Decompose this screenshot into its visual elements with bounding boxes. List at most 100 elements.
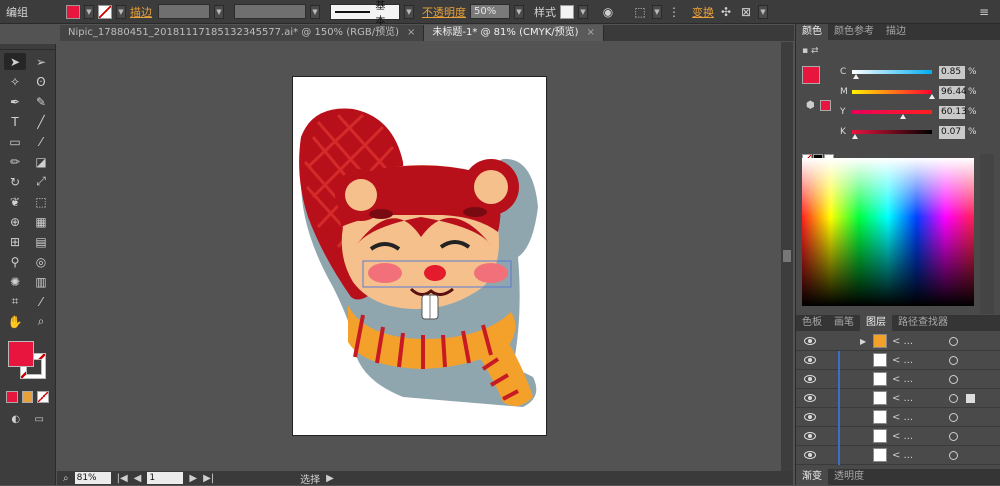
layer-row[interactable]: < ... bbox=[796, 445, 1000, 465]
variable-width-profile[interactable] bbox=[234, 4, 306, 19]
fill-stroke-selector[interactable] bbox=[4, 339, 51, 383]
tab-transparency[interactable]: 透明度 bbox=[828, 469, 870, 485]
zoom-field[interactable]: 81% bbox=[74, 472, 111, 484]
slice-tool-icon[interactable]: ⁄ bbox=[30, 293, 52, 310]
pen-tool-icon[interactable]: ✒ bbox=[4, 93, 26, 110]
opacity-dropdown[interactable]: ▼ bbox=[514, 4, 524, 19]
first-page-icon[interactable]: |◀ bbox=[117, 473, 128, 484]
arrange-dropdown[interactable]: ▼ bbox=[758, 4, 768, 19]
layer-name[interactable]: < ... bbox=[892, 412, 913, 423]
channel-slider[interactable] bbox=[852, 90, 932, 94]
last-page-icon[interactable]: ▶| bbox=[203, 473, 214, 484]
layer-name[interactable]: < ... bbox=[892, 450, 913, 461]
artboard-tool-icon[interactable]: ⌗ bbox=[4, 293, 26, 310]
color-mode-button[interactable] bbox=[6, 391, 18, 403]
layer-row[interactable]: < ... bbox=[796, 350, 1000, 370]
channel-value[interactable]: 60.13 bbox=[939, 105, 967, 119]
panel-scrollbar[interactable] bbox=[980, 154, 994, 314]
tab-brushes[interactable]: 画笔 bbox=[828, 315, 860, 331]
symbol-sprayer-tool-icon[interactable]: ✺ bbox=[4, 273, 26, 290]
target-icon[interactable] bbox=[949, 450, 958, 460]
stroke-swatch[interactable] bbox=[98, 4, 112, 19]
page-field[interactable]: 1 bbox=[147, 472, 184, 484]
tab-color[interactable]: 颜色 bbox=[796, 24, 828, 40]
stroke-dropdown[interactable]: ▼ bbox=[116, 4, 126, 19]
layer-name[interactable]: < ... bbox=[892, 393, 913, 404]
scrollbar-thumb[interactable] bbox=[783, 250, 791, 262]
layer-name[interactable]: < ... bbox=[892, 336, 913, 347]
tab-pathfinder[interactable]: 路径查找器 bbox=[892, 315, 954, 331]
selection-tool-icon[interactable]: ➤ bbox=[4, 53, 26, 70]
eye-icon[interactable] bbox=[804, 337, 816, 345]
perspective-grid-tool-icon[interactable]: ▦ bbox=[30, 213, 52, 230]
draw-mode-icon[interactable]: ◐ bbox=[6, 411, 26, 428]
layer-name[interactable]: < ... bbox=[892, 374, 913, 385]
target-icon[interactable] bbox=[949, 412, 958, 422]
eye-icon[interactable] bbox=[804, 375, 816, 383]
selected-art-indicator[interactable] bbox=[966, 393, 975, 403]
status-arrow-icon[interactable]: ▶ bbox=[326, 473, 334, 484]
warp-tool-icon[interactable]: ❦ bbox=[4, 193, 26, 210]
tab-nipic-document[interactable]: Nipic_17880451_20181117185132345577.ai* … bbox=[60, 25, 425, 41]
eraser-tool-icon[interactable]: ◪ bbox=[30, 153, 52, 170]
tab-layers[interactable]: 图层 bbox=[860, 315, 892, 331]
channel-slider[interactable] bbox=[852, 110, 932, 114]
slider-knob[interactable] bbox=[900, 114, 906, 119]
align-icon[interactable]: ⬚ bbox=[632, 4, 648, 20]
eye-icon[interactable] bbox=[804, 432, 816, 440]
arrange-icon[interactable]: ⊠ bbox=[738, 4, 754, 20]
rotate-tool-icon[interactable]: ↻ bbox=[4, 173, 26, 190]
vertical-scrollbar[interactable] bbox=[781, 42, 793, 471]
next-page-icon[interactable]: ▶ bbox=[189, 473, 197, 484]
close-icon[interactable]: × bbox=[587, 25, 595, 41]
screen-mode-icon[interactable]: ▭ bbox=[30, 411, 50, 428]
brush-dropdown[interactable]: ▼ bbox=[404, 4, 414, 19]
magic-wand-tool-icon[interactable]: ✧ bbox=[4, 73, 26, 90]
distribute-icon[interactable]: ⋮ bbox=[666, 4, 682, 20]
layer-name[interactable]: < ... bbox=[892, 355, 913, 366]
slider-knob[interactable] bbox=[852, 134, 858, 139]
fill-dropdown[interactable]: ▼ bbox=[84, 4, 94, 19]
isolate-group-icon[interactable]: ✣ bbox=[718, 4, 734, 20]
opacity-label[interactable]: 不透明度 bbox=[422, 4, 466, 20]
fill-box[interactable] bbox=[8, 341, 34, 367]
none-mode-button[interactable] bbox=[37, 391, 50, 403]
lasso-tool-icon[interactable]: ʘ bbox=[30, 73, 52, 90]
gradient-mode-button[interactable] bbox=[21, 391, 34, 403]
scale-tool-icon[interactable]: ⤢ bbox=[30, 173, 52, 190]
pencil-tool-icon[interactable]: ✏ bbox=[4, 153, 26, 170]
column-graph-tool-icon[interactable]: ▥ bbox=[30, 273, 52, 290]
tab-swatches[interactable]: 色板 bbox=[796, 315, 828, 331]
tab-untitled-document[interactable]: 未标题-1* @ 81% (CMYK/预览) × bbox=[424, 25, 604, 41]
zoom-tool-icon[interactable]: ⌕ bbox=[30, 313, 52, 330]
layer-row[interactable]: ▶ < ... bbox=[796, 332, 1000, 351]
channel-slider[interactable] bbox=[852, 70, 932, 74]
panel-menu-icon[interactable]: ≡ bbox=[976, 4, 992, 20]
eye-icon[interactable] bbox=[804, 394, 816, 402]
mesh-tool-icon[interactable]: ⊞ bbox=[4, 233, 26, 250]
layer-row[interactable]: < ... bbox=[796, 426, 1000, 446]
brush-definition-field[interactable]: 基本 bbox=[330, 1, 400, 27]
align-dropdown[interactable]: ▼ bbox=[652, 4, 662, 19]
close-icon[interactable]: × bbox=[407, 25, 415, 41]
tab-stroke[interactable]: 描边 bbox=[880, 24, 912, 40]
shape-builder-tool-icon[interactable]: ⊕ bbox=[4, 213, 26, 230]
paintbrush-tool-icon[interactable]: ⁄ bbox=[30, 133, 52, 150]
transform-label[interactable]: 变换 bbox=[692, 4, 714, 20]
slider-knob[interactable] bbox=[853, 74, 859, 79]
type-tool-icon[interactable]: T bbox=[4, 113, 26, 130]
artboard[interactable] bbox=[292, 76, 547, 436]
squirrel-illustration[interactable] bbox=[293, 77, 548, 437]
layer-row[interactable]: < ... bbox=[796, 388, 1000, 408]
layer-row[interactable]: < ... bbox=[796, 407, 1000, 427]
recolor-artwork-icon[interactable]: ◉ bbox=[600, 4, 616, 20]
blend-tool-icon[interactable]: ◎ bbox=[30, 253, 52, 270]
opacity-field[interactable]: 50% bbox=[470, 4, 510, 19]
color-spectrum[interactable] bbox=[802, 158, 974, 306]
hand-tool-icon[interactable]: ✋ bbox=[4, 313, 26, 330]
slider-knob[interactable] bbox=[929, 94, 935, 99]
free-transform-tool-icon[interactable]: ⬚ bbox=[30, 193, 52, 210]
target-icon[interactable] bbox=[949, 355, 958, 365]
target-icon[interactable] bbox=[949, 336, 958, 346]
stroke-weight-field[interactable] bbox=[158, 4, 210, 19]
